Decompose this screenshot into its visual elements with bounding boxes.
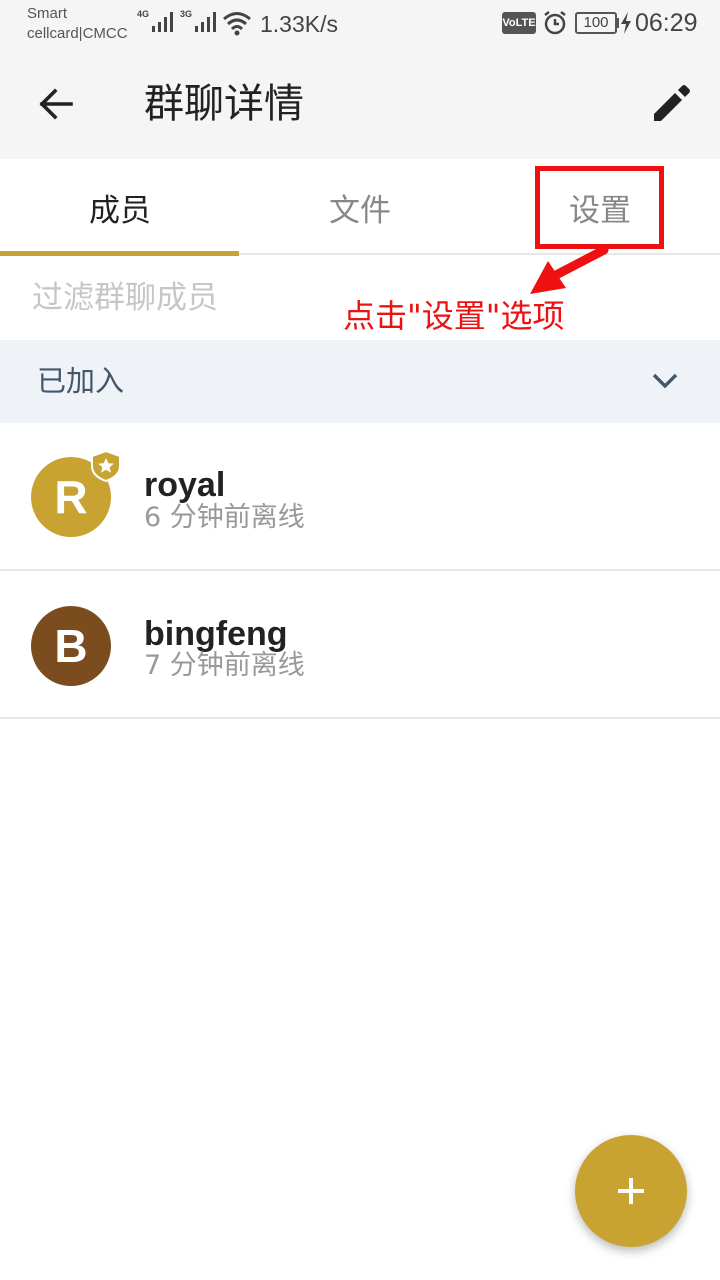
clock: 06:29 <box>635 9 698 37</box>
joined-section-header[interactable]: 已加入 <box>0 340 720 423</box>
chevron-down-icon <box>652 373 678 389</box>
owner-star-badge-icon <box>91 450 121 482</box>
charging-icon <box>621 12 631 34</box>
member-name: royal <box>144 466 226 504</box>
annotation-arrow-icon <box>530 245 609 294</box>
arrow-left-icon <box>39 88 73 120</box>
expand-toggle[interactable] <box>648 366 682 396</box>
page-title: 群聊详情 <box>144 81 304 127</box>
add-member-button[interactable] <box>575 1135 687 1247</box>
member-row[interactable]: B bingfeng 7 分钟前离线 <box>0 571 720 719</box>
app-bar: 群聊详情 <box>0 48 720 159</box>
battery-level: 100 <box>583 14 609 31</box>
tab-members[interactable]: 成员 <box>0 159 240 256</box>
tab-divider <box>239 253 720 255</box>
network-type-1: 4G <box>137 9 150 19</box>
tab-files[interactable]: 文件 <box>240 159 480 256</box>
battery-tip <box>616 18 619 28</box>
network-speed: 1.33K/s <box>260 11 338 37</box>
battery-icon: 100 <box>575 12 617 34</box>
annotation-highlight-box <box>535 166 664 249</box>
network-type-2: 3G <box>180 9 193 19</box>
member-row[interactable]: R royal 6 分钟前离线 <box>0 423 720 571</box>
wifi-icon <box>223 12 251 36</box>
back-button[interactable] <box>30 79 80 129</box>
pencil-icon <box>654 85 690 121</box>
status-bar: Smart cellcard|CMCC 4G 3G 1.33K/s VoLTE <box>0 0 720 48</box>
section-label: 已加入 <box>37 364 125 398</box>
plus-icon <box>618 1178 644 1204</box>
carrier-line-2: cellcard|CMCC <box>27 25 128 42</box>
member-status: 6 分钟前离线 <box>144 502 305 533</box>
alarm-icon <box>544 11 566 35</box>
annotation-text: 点击"设置"选项 <box>343 297 565 335</box>
volte-badge: VoLTE <box>502 12 536 34</box>
edit-button[interactable] <box>645 78 697 130</box>
carrier-line-1: Smart <box>27 5 68 22</box>
member-status: 7 分钟前离线 <box>144 650 305 681</box>
avatar: B <box>31 606 111 686</box>
member-name: bingfeng <box>144 615 288 653</box>
carrier-label: Smart cellcard|CMCC <box>27 4 128 44</box>
